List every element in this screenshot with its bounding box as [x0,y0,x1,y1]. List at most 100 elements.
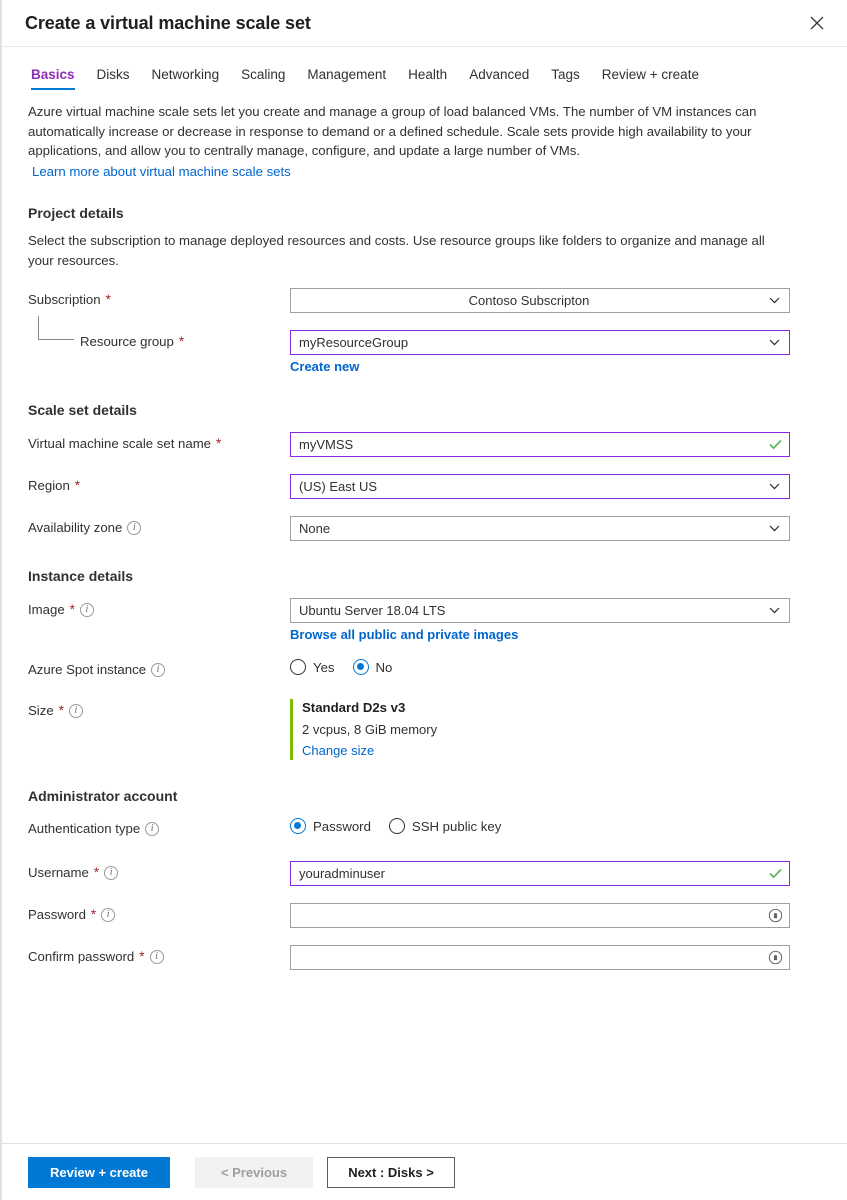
spot-instance-label: Azure Spot instance i [28,658,290,678]
vmss-name-label: Virtual machine scale set name * [28,432,290,452]
required-marker: * [105,291,111,307]
tab-advanced[interactable]: Advanced [458,67,540,90]
chevron-down-icon [759,483,789,490]
radio-selected-icon [290,818,306,834]
close-icon[interactable] [801,7,833,39]
password-field-wrap [290,903,818,928]
confirm-password-field-wrap [290,945,818,970]
image-select[interactable]: Ubuntu Server 18.04 LTS [290,598,790,623]
next-disks-button[interactable]: Next : Disks > [327,1156,455,1188]
reveal-password-icon[interactable] [761,908,789,923]
tab-review-create[interactable]: Review + create [591,67,710,90]
chevron-down-icon [759,339,789,346]
tab-scaling[interactable]: Scaling [230,67,296,90]
scale-set-details-heading: Scale set details [28,402,137,418]
subscription-value: Contoso Subscripton [468,293,590,308]
resource-group-label-text: Resource group [80,334,174,349]
availability-zone-label-text: Availability zone [28,520,123,535]
availability-zone-select[interactable]: None [290,516,790,541]
review-create-button[interactable]: Review + create [28,1156,170,1188]
vmss-name-row: Virtual machine scale set name * myVMSS [28,432,818,457]
tab-tags[interactable]: Tags [540,67,591,90]
basics-form: Azure virtual machine scale sets let you… [2,90,847,1143]
resource-group-value: myResourceGroup [299,335,409,350]
change-size-link[interactable]: Change size [302,742,374,760]
subscription-label: Subscription * [28,288,290,308]
password-input[interactable] [290,903,790,928]
spot-instance-option-yes[interactable]: Yes [290,659,335,675]
previous-button: < Previous [195,1156,313,1188]
browse-images-link[interactable]: Browse all public and private images [290,627,518,642]
radio-selected-icon [352,659,369,675]
tab-networking[interactable]: Networking [141,67,231,90]
vmss-name-value: myVMSS [299,437,354,452]
auth-option-ssh-public-key[interactable]: SSH public key [388,818,502,834]
image-label: Image * i [28,598,290,618]
confirm-password-label-text: Confirm password [28,949,135,964]
username-input[interactable]: youradminuser [290,861,790,886]
wizard-footer: Review + create < Previous Next : Disks … [2,1143,847,1200]
info-icon[interactable]: i [145,821,160,836]
required-marker: * [139,948,145,964]
resource-group-label: Resource group * [28,316,290,350]
create-vmss-blade: Create a virtual machine scale set Basic… [0,0,847,1200]
spot-instance-option-no[interactable]: No [352,659,393,675]
required-marker: * [178,333,185,349]
valid-check-icon [761,439,789,450]
spot-instance-radio-group: Yes No [290,658,818,675]
username-label-text: Username [28,865,89,880]
spot-instance-yes-label: Yes [313,659,335,675]
resource-group-select[interactable]: myResourceGroup [290,330,790,355]
confirm-password-input[interactable] [290,945,790,970]
chevron-down-icon [759,607,789,614]
username-field-wrap: youradminuser [290,861,818,886]
size-label: Size * i [28,699,290,719]
availability-zone-field-wrap: None [290,516,818,541]
spot-instance-field-wrap: Yes No [290,658,818,675]
region-label: Region * [28,474,290,494]
resource-group-row: Resource group * myResourceGroup Create … [28,316,818,376]
image-row: Image * i Ubuntu Server 18.04 LTS Browse… [28,598,818,644]
size-name: Standard D2s v3 [302,700,406,715]
info-icon[interactable]: i [127,520,142,535]
tab-disks[interactable]: Disks [86,67,141,90]
info-icon[interactable]: i [104,865,119,880]
create-new-resource-group-link[interactable]: Create new [290,359,359,374]
info-icon[interactable]: i [79,602,94,617]
required-marker: * [216,435,222,451]
username-row: Username * i youradminuser [28,861,818,886]
intro-text: Azure virtual machine scale sets let you… [28,104,757,158]
password-label: Password * i [28,903,290,923]
radio-unselected-icon [388,818,405,834]
spot-instance-row: Azure Spot instance i Yes No [28,658,818,680]
authentication-type-label-text: Authentication type [28,821,141,836]
learn-more-link[interactable]: Learn more about virtual machine scale s… [32,162,291,182]
tab-health[interactable]: Health [397,67,458,90]
region-field-wrap: (US) East US [290,474,818,499]
image-value: Ubuntu Server 18.04 LTS [299,603,446,618]
required-marker: * [74,477,81,493]
vmss-name-field-wrap: myVMSS [290,432,818,457]
vmss-name-input[interactable]: myVMSS [290,432,790,457]
page-title: Create a virtual machine scale set [25,12,311,33]
instance-details-heading: Instance details [28,568,134,584]
confirm-password-label: Confirm password * i [28,945,290,965]
info-icon[interactable]: i [68,703,83,718]
region-select[interactable]: (US) East US [290,474,790,499]
tree-connector-icon [38,316,74,340]
availability-zone-value: None [299,521,331,536]
size-row: Size * i Standard D2s v3 2 vcpus, 8 GiB … [28,699,818,760]
tab-management[interactable]: Management [296,67,397,90]
password-label-text: Password [28,907,86,922]
info-icon[interactable]: i [101,907,116,922]
info-icon[interactable]: i [151,662,166,677]
spot-instance-no-label: No [375,659,393,675]
reveal-password-icon[interactable] [761,950,789,965]
subscription-select[interactable]: Contoso Subscripton [290,288,790,313]
auth-option-password[interactable]: Password [290,818,371,834]
size-label-text: Size [28,703,54,718]
info-icon[interactable]: i [149,949,164,964]
valid-check-icon [761,868,789,879]
auth-ssh-label: SSH public key [411,818,502,834]
tab-basics[interactable]: Basics [31,67,86,90]
